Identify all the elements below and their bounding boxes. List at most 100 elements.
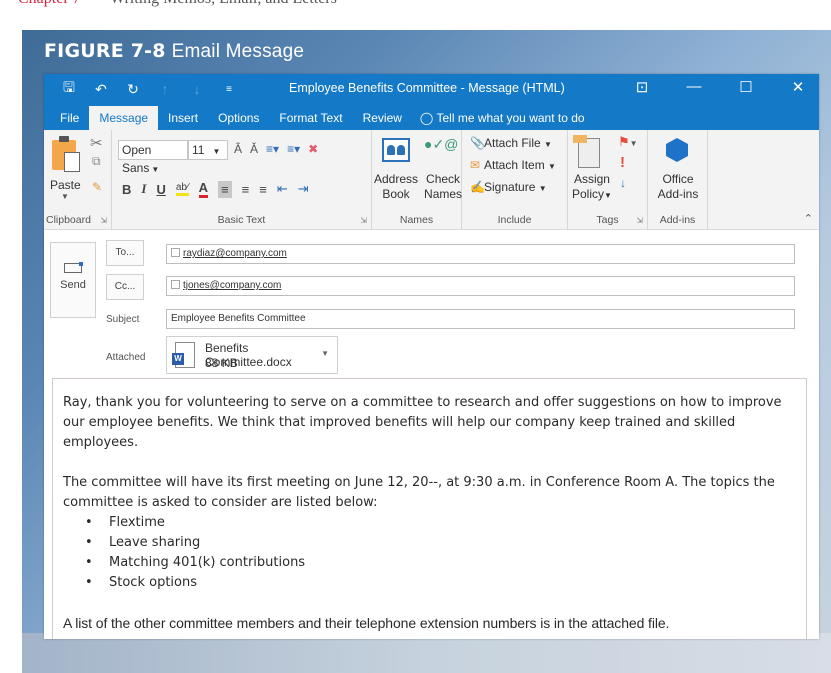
to-address[interactable]: raydiaz@company.com <box>183 248 287 259</box>
check-names-button[interactable]: Check Names <box>424 172 462 202</box>
tab-format-text[interactable]: Format Text <box>269 106 352 130</box>
chapter-label: Chapter 7 <box>18 0 81 8</box>
collapse-ribbon-icon[interactable]: ⌃ <box>804 212 813 225</box>
assign-policy-line1: Assign <box>573 172 610 186</box>
undo-icon[interactable]: ↶ <box>92 81 110 98</box>
basic-text-row2: B I U ab∕ A ≡ ≡ ≡ ⇤ ⇥ <box>122 180 309 198</box>
paste-dropdown-icon[interactable]: ▼ <box>61 192 69 201</box>
office-addins-icon[interactable] <box>666 138 688 162</box>
attach-item-button[interactable]: ✉ Attach Item ▼ <box>470 158 556 172</box>
chapter-title: Writing Memos, Email, and Letters <box>110 0 337 8</box>
tab-options[interactable]: Options <box>208 106 269 130</box>
cc-address[interactable]: tjones@company.com <box>183 280 281 291</box>
tab-review[interactable]: Review <box>353 106 412 130</box>
highlight-icon[interactable]: ab∕ <box>175 182 189 196</box>
attach-file-label: Attach File <box>484 136 541 150</box>
up-arrow-icon[interactable]: ↑ <box>156 81 174 97</box>
basic-text-row1: Â Ǎ ≡▾ ≡▾ ✖ <box>234 142 318 156</box>
align-left-icon[interactable]: ≡ <box>218 180 232 198</box>
numbering-icon[interactable]: ≡▾ <box>287 142 300 156</box>
copy-icon[interactable]: ⧉ <box>92 154 101 169</box>
font-color-icon[interactable]: A <box>198 180 209 198</box>
group-names: ●✓@ Address Book Check Names Names <box>372 130 462 229</box>
maximize-icon[interactable]: ☐ <box>735 78 757 96</box>
attach-file-button[interactable]: 📎Attach File ▼ <box>470 136 552 150</box>
basic-text-launcher-icon[interactable]: ⇲ <box>360 216 367 225</box>
figure-label: FIGURE 7-8 <box>44 40 166 62</box>
cc-field[interactable]: tjones@company.com <box>166 276 795 296</box>
check-names-icon[interactable]: ●✓@ <box>424 136 458 153</box>
group-label-basic-text: Basic Text <box>217 214 266 226</box>
customize-icon[interactable]: ≡ <box>220 84 238 95</box>
clear-formatting-icon[interactable]: ✖ <box>308 142 318 156</box>
paperclip-icon: 📎 <box>470 136 485 150</box>
clipboard-launcher-icon[interactable]: ⇲ <box>100 216 107 225</box>
address-book-button[interactable]: Address Book <box>374 172 418 202</box>
title-bar: 🖫 ↶ ↻ ↑ ↓ ≡ Employee Benefits Committee … <box>44 74 819 104</box>
tell-me-search[interactable]: ◯ Tell me what you want to do <box>420 106 585 130</box>
cc-button[interactable]: Cc... <box>106 274 144 300</box>
to-button[interactable]: To... <box>106 240 144 266</box>
tell-me-text: Tell me what you want to do <box>436 111 585 125</box>
minimize-icon[interactable]: — <box>683 78 705 96</box>
figure-caption: Email Message <box>171 41 305 62</box>
high-importance-icon[interactable]: ! <box>620 154 625 171</box>
align-right-icon[interactable]: ≡ <box>259 182 267 197</box>
list-item: Flextime <box>85 513 796 533</box>
assign-policy-line2: Policy▼ <box>572 187 612 201</box>
paste-icon[interactable] <box>52 136 80 172</box>
list-item: Leave sharing <box>85 533 796 553</box>
office-addins-button[interactable]: Office Add-ins <box>652 172 704 202</box>
low-importance-icon[interactable]: ↓ <box>620 176 626 190</box>
assign-policy-button[interactable]: Assign Policy▼ <box>572 172 612 203</box>
bold-icon[interactable]: B <box>122 182 131 197</box>
redo-icon[interactable]: ↻ <box>124 81 142 98</box>
cut-icon[interactable]: ✂ <box>90 134 103 152</box>
tab-file[interactable]: File <box>50 106 89 130</box>
font-name-select[interactable]: Open Sans ▼ <box>118 140 188 175</box>
to-field[interactable]: raydiaz@company.com <box>166 244 795 264</box>
body-paragraph-3: A list of the other committee members an… <box>63 615 670 631</box>
ribbon-tabs: File Message Insert Options Format Text … <box>44 104 819 130</box>
lightbulb-icon: ◯ <box>419 111 434 125</box>
word-document-icon <box>172 342 195 368</box>
bullets-icon[interactable]: ≡▾ <box>266 142 279 156</box>
tab-insert[interactable]: Insert <box>158 106 208 130</box>
address-book-icon[interactable] <box>382 138 410 162</box>
attachment-dropdown-icon[interactable]: ▼ <box>321 349 329 358</box>
follow-up-flag-icon[interactable]: ⚑▼ <box>618 134 638 150</box>
assign-policy-icon[interactable] <box>573 135 600 168</box>
decrease-indent-icon[interactable]: ⇤ <box>277 181 288 197</box>
list-item: Matching 401(k) contributions <box>85 553 796 573</box>
align-center-icon[interactable]: ≡ <box>242 182 250 197</box>
close-icon[interactable]: ✕ <box>787 78 809 96</box>
group-basic-text: Open Sans ▼ 11 ▼ Â Ǎ ≡▾ ≡▾ ✖ B I U ab∕ A… <box>112 130 372 229</box>
attach-item-icon: ✉ <box>470 158 481 172</box>
attach-item-label: Attach Item <box>484 158 545 172</box>
tags-launcher-icon[interactable]: ⇲ <box>636 216 643 225</box>
tab-message[interactable]: Message <box>89 106 159 130</box>
font-size-select[interactable]: 11 ▼ <box>188 140 228 160</box>
group-label-addins: Add-ins <box>659 214 696 226</box>
shrink-font-icon[interactable]: Ǎ <box>250 142 258 156</box>
down-arrow-icon[interactable]: ↓ <box>188 81 206 97</box>
italic-icon[interactable]: I <box>141 181 146 197</box>
group-label-tags: Tags <box>596 214 619 226</box>
underline-icon[interactable]: U <box>156 182 165 197</box>
paste-button[interactable]: Paste <box>50 178 81 192</box>
attachment-card[interactable]: Benefits Committee.docx 88 KB ▼ <box>166 336 338 374</box>
ribbon-display-icon[interactable]: ⊡ <box>631 78 653 96</box>
group-addins: Office Add-ins Add-ins <box>648 130 708 229</box>
subject-value: Employee Benefits Committee <box>171 313 306 324</box>
format-painter-icon[interactable]: ✎ <box>92 180 102 194</box>
save-icon[interactable]: 🖫 <box>60 77 78 101</box>
grow-font-icon[interactable]: Â <box>234 142 242 156</box>
office-addins-line2: Add-ins <box>657 187 699 201</box>
increase-indent-icon[interactable]: ⇥ <box>298 181 309 197</box>
subject-field[interactable]: Employee Benefits Committee <box>166 309 795 329</box>
signature-button[interactable]: ✍Signature ▼ <box>470 180 547 194</box>
send-label: Send <box>60 279 86 291</box>
send-button[interactable]: Send <box>50 242 96 318</box>
message-body[interactable]: Ray, thank you for volunteering to serve… <box>52 378 807 639</box>
font-size-value: 11 <box>192 143 205 157</box>
